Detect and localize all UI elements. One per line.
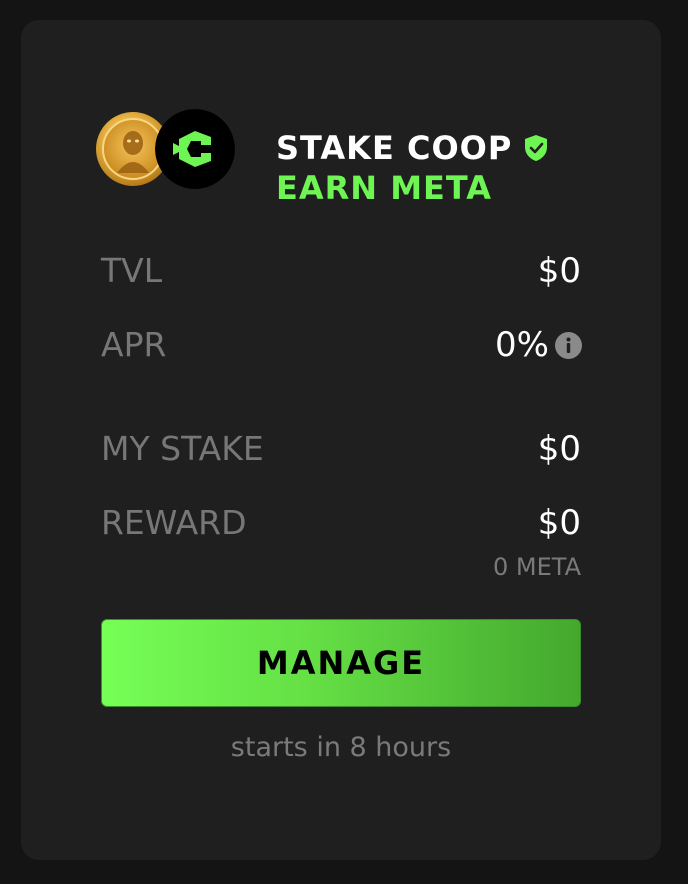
pool-title-block: STAKE COOP EARN META [276,128,549,208]
manage-button-label: MANAGE [256,644,426,682]
tvl-label: TVL [101,251,163,290]
apr-label: APR [101,325,167,364]
pool-subtitle: EARN META [276,169,492,207]
info-icon[interactable] [555,331,582,359]
reward-label: REWARD [101,503,247,542]
start-countdown-note: starts in 8 hours [230,732,452,763]
pool-header: STAKE COOP EARN META [95,108,595,207]
reward-row: REWARD $0 [101,501,581,545]
reward-value: $0 [537,503,581,543]
tvl-value: $0 [537,251,581,291]
apr-row: APR 0% [101,323,582,367]
coop-logo-icon [155,109,235,189]
manage-button[interactable]: MANAGE [101,619,581,707]
my-stake-value: $0 [537,429,581,469]
reward-token-amount: 0 META [493,553,581,581]
tvl-row: TVL $0 [101,249,581,293]
my-stake-label: MY STAKE [101,429,264,468]
apr-value: 0% [495,325,549,365]
pool-title-line: STAKE COOP [276,128,549,168]
my-stake-row: MY STAKE $0 [101,427,581,471]
pool-title: STAKE COOP [276,129,513,167]
apr-value-group: 0% [495,323,582,367]
stake-pool-card: STAKE COOP EARN META TVL $0 APR 0% MY ST… [21,20,661,860]
token-pair-icons [95,108,239,192]
verified-shield-icon [525,135,548,161]
